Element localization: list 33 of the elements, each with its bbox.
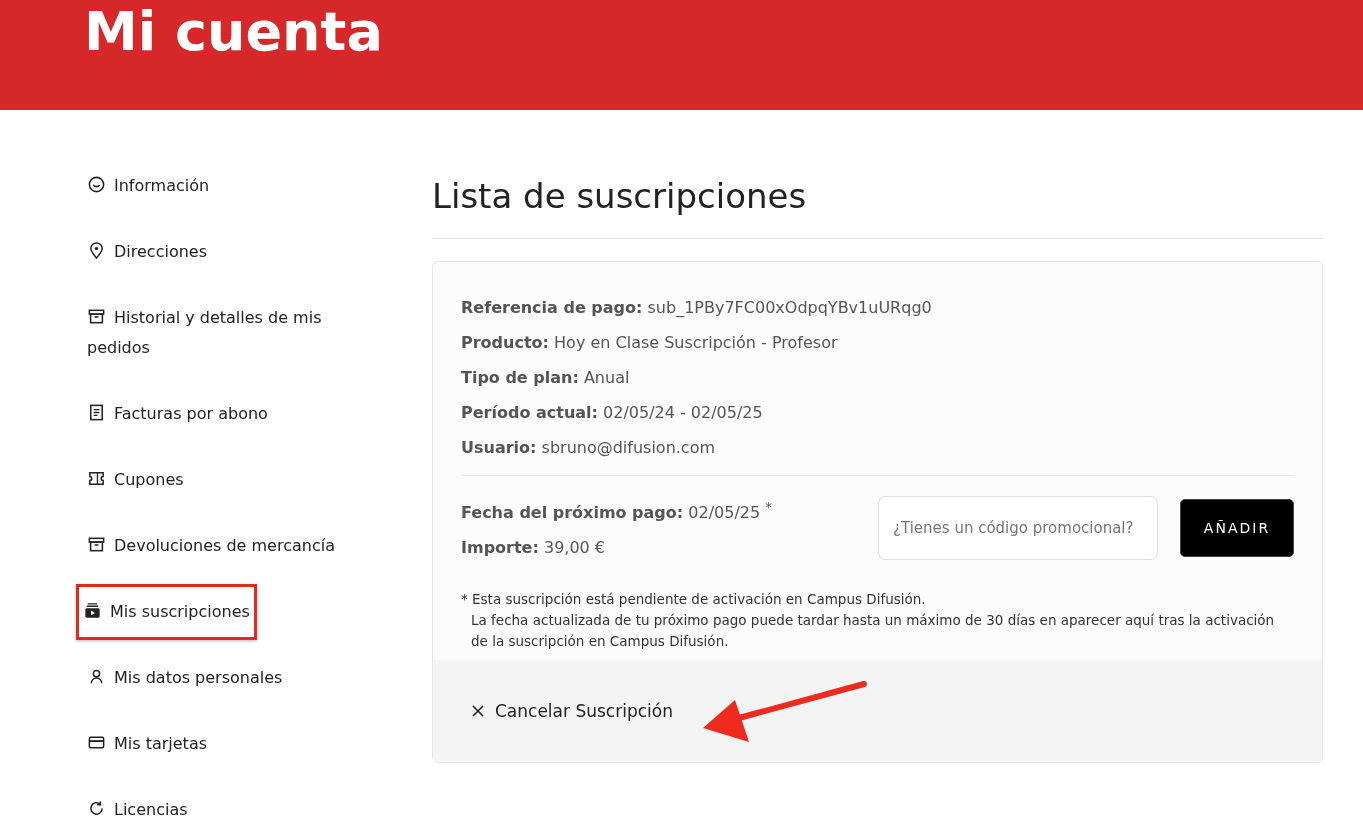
refresh-icon <box>87 799 106 818</box>
page-header-title: Mi cuenta <box>84 0 384 64</box>
sidebar-item[interactable]: Direcciones <box>80 230 214 274</box>
sidebar-item[interactable]: Licencias <box>80 788 195 832</box>
footnote-text: * Esta suscripción está pendiente de activación en Campus Difusión. <box>461 590 927 610</box>
detail-line: Período actual: 02/05/24 - 02/05/25 <box>461 402 764 424</box>
stacked-play-icon <box>83 601 102 620</box>
sidebar-item[interactable]: Información <box>80 164 217 208</box>
sidebar-item[interactable]: Mis tarjetas <box>80 722 215 766</box>
detail-line: Tipo de plan: Anual <box>461 367 631 389</box>
sidebar-item[interactable]: Mis datos personales <box>80 656 290 700</box>
detail-line: Usuario: sbruno@difusion.com <box>461 437 717 459</box>
location-pin-icon <box>87 241 106 260</box>
section-title: Lista de suscripciones <box>432 164 1323 239</box>
sidebar-item[interactable]: Devoluciones de mercancía <box>80 524 342 568</box>
smile-icon <box>87 175 106 194</box>
detail-line: Fecha del próximo pago: 02/05/25 $^{*}$ <box>461 499 773 525</box>
footnote-text: La fecha actualizada de tu próximo pago puede tardar hasta un máximo de 30 días en aparecer aquí tras la activación de la suscripción en Campus Difusión. <box>470 611 1276 652</box>
archive-box-icon <box>87 307 106 326</box>
archive-box-icon <box>87 535 106 554</box>
add-button[interactable]: AÑADIR <box>1180 498 1294 557</box>
sidebar-item[interactable]: Historial y detalles de mis pedidos <box>80 296 384 370</box>
close-icon <box>471 704 485 719</box>
ticket-icon <box>87 469 106 488</box>
cancel-subscription-button[interactable]: Cancelar Suscripción <box>467 697 677 726</box>
detail-line: Importe: 39,00 € <box>461 537 607 560</box>
detail-line: Referencia de pago: sub_1PBy7FC00xOdpqYBv1uURqg0 <box>461 297 933 319</box>
sidebar-item[interactable]: Facturas por abono <box>80 392 275 436</box>
document-icon <box>87 403 106 422</box>
detail-line: Producto: Hoy en Clase Suscripción - Profesor <box>461 332 839 354</box>
sidebar-item[interactable]: Cupones <box>80 458 191 502</box>
sidebar-item[interactable]: Mis suscripciones <box>76 584 257 640</box>
promo-code-field[interactable]: ¿Tienes un código promocional? <box>878 495 1158 560</box>
